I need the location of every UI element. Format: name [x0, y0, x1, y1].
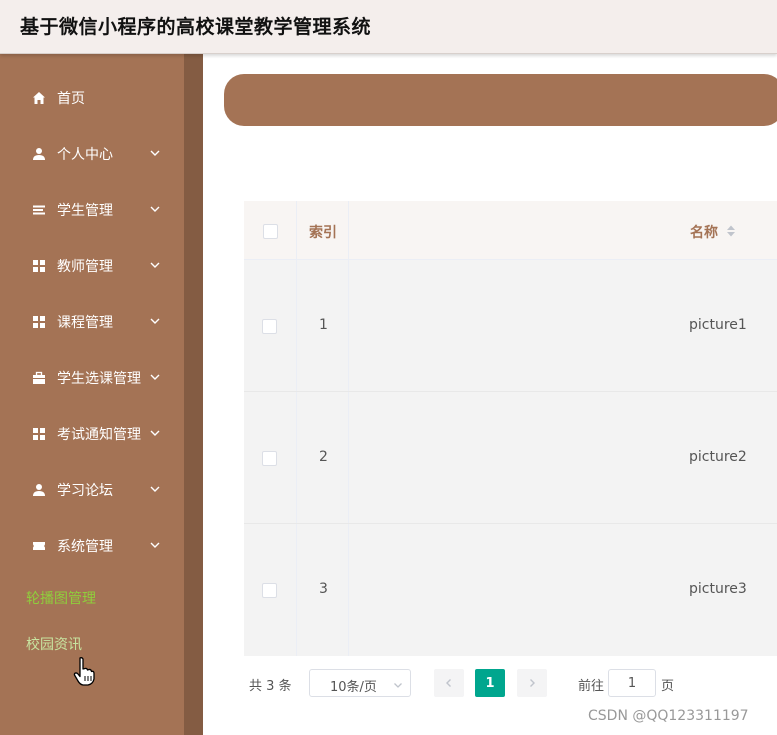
- user-icon: [32, 483, 46, 497]
- chevron-down-icon: [149, 427, 161, 439]
- cell-index: 3: [319, 581, 328, 597]
- cell-name: picture1: [689, 317, 747, 333]
- row-divider: [244, 391, 777, 392]
- chevron-down-icon: [149, 203, 161, 215]
- sidebar-item-label: 个人中心: [57, 147, 113, 163]
- sort-icon[interactable]: [726, 223, 736, 237]
- row-checkbox[interactable]: [262, 583, 277, 598]
- column-divider: [296, 201, 297, 656]
- row-checkbox[interactable]: [262, 451, 277, 466]
- next-page-button[interactable]: [517, 669, 547, 697]
- top-header: 基于微信小程序的高校课堂教学管理系统: [0, 0, 777, 54]
- sidebar-item-exam-notices[interactable]: 考试通知管理: [0, 414, 184, 454]
- sidebar-item-label: 学习论坛: [57, 483, 113, 499]
- home-icon: [32, 91, 46, 105]
- chevron-down-icon: [149, 147, 161, 159]
- goto-label: 前往: [578, 679, 605, 694]
- chevron-down-icon: [149, 483, 161, 495]
- row-divider: [244, 523, 777, 524]
- chevron-down-icon: [149, 371, 161, 383]
- sidebar-subitem-carousel[interactable]: 轮播图管理: [26, 588, 96, 608]
- sidebar-item-system[interactable]: 系统管理: [0, 526, 184, 566]
- sidebar-item-personal-center[interactable]: 个人中心: [0, 134, 184, 174]
- sidebar-item-teachers[interactable]: 教师管理: [0, 246, 184, 286]
- briefcase-icon: [32, 371, 46, 385]
- chevron-left-icon: [446, 679, 451, 687]
- page-size-value: 10条/页: [330, 680, 377, 695]
- sidebar-item-forum[interactable]: 学习论坛: [0, 470, 184, 510]
- sidebar-item-course-selection[interactable]: 学生选课管理: [0, 358, 184, 398]
- chevron-down-icon: [149, 315, 161, 327]
- header-index: 索引: [309, 225, 337, 241]
- sidebar-subitem-campus-news[interactable]: 校园资讯: [26, 634, 82, 654]
- chevron-down-icon: [149, 539, 161, 551]
- sidebar-item-label: 学生管理: [57, 203, 113, 219]
- app-title: 基于微信小程序的高校课堂教学管理系统: [20, 16, 372, 38]
- goto-suffix: 页: [661, 679, 675, 694]
- user-icon: [32, 147, 46, 161]
- sidebar-item-label: 学生选课管理: [57, 371, 141, 387]
- chevron-down-icon: [149, 259, 161, 271]
- chevron-down-icon: [393, 679, 403, 689]
- sidebar-item-home[interactable]: 首页: [0, 78, 184, 118]
- column-divider: [348, 201, 349, 656]
- sidebar-item-label: 系统管理: [57, 539, 113, 555]
- breadcrumb-banner: [224, 74, 777, 126]
- pagination-total: 共 3 条: [249, 679, 292, 694]
- prev-page-button[interactable]: [434, 669, 464, 697]
- hand-cursor-icon: [73, 656, 95, 686]
- page-number-button[interactable]: 1: [475, 669, 505, 697]
- select-all-checkbox[interactable]: [263, 224, 278, 239]
- grid-icon: [32, 315, 46, 329]
- cell-name: picture2: [689, 449, 747, 465]
- sidebar-item-label: 首页: [57, 91, 85, 107]
- sidebar-item-courses[interactable]: 课程管理: [0, 302, 184, 342]
- goto-page-input[interactable]: [608, 669, 656, 697]
- sidebar-item-students[interactable]: 学生管理: [0, 190, 184, 230]
- header-name[interactable]: 名称: [690, 222, 718, 242]
- sidebar-item-label: 教师管理: [57, 259, 113, 275]
- cell-name: picture3: [689, 581, 747, 597]
- cell-index: 2: [319, 449, 328, 465]
- grid-icon: [32, 259, 46, 273]
- row-checkbox[interactable]: [262, 319, 277, 334]
- grid-icon: [32, 427, 46, 441]
- cell-index: 1: [319, 317, 328, 333]
- page-size-select[interactable]: 10条/页: [309, 669, 411, 697]
- sidebar-edge: [184, 54, 203, 735]
- watermark: CSDN @QQ123311197: [588, 708, 749, 724]
- ticket-icon: [32, 539, 46, 553]
- chevron-right-icon: [530, 679, 535, 687]
- sidebar-item-label: 考试通知管理: [57, 427, 141, 443]
- sidebar-item-label: 课程管理: [57, 315, 113, 331]
- list-icon: [32, 203, 46, 217]
